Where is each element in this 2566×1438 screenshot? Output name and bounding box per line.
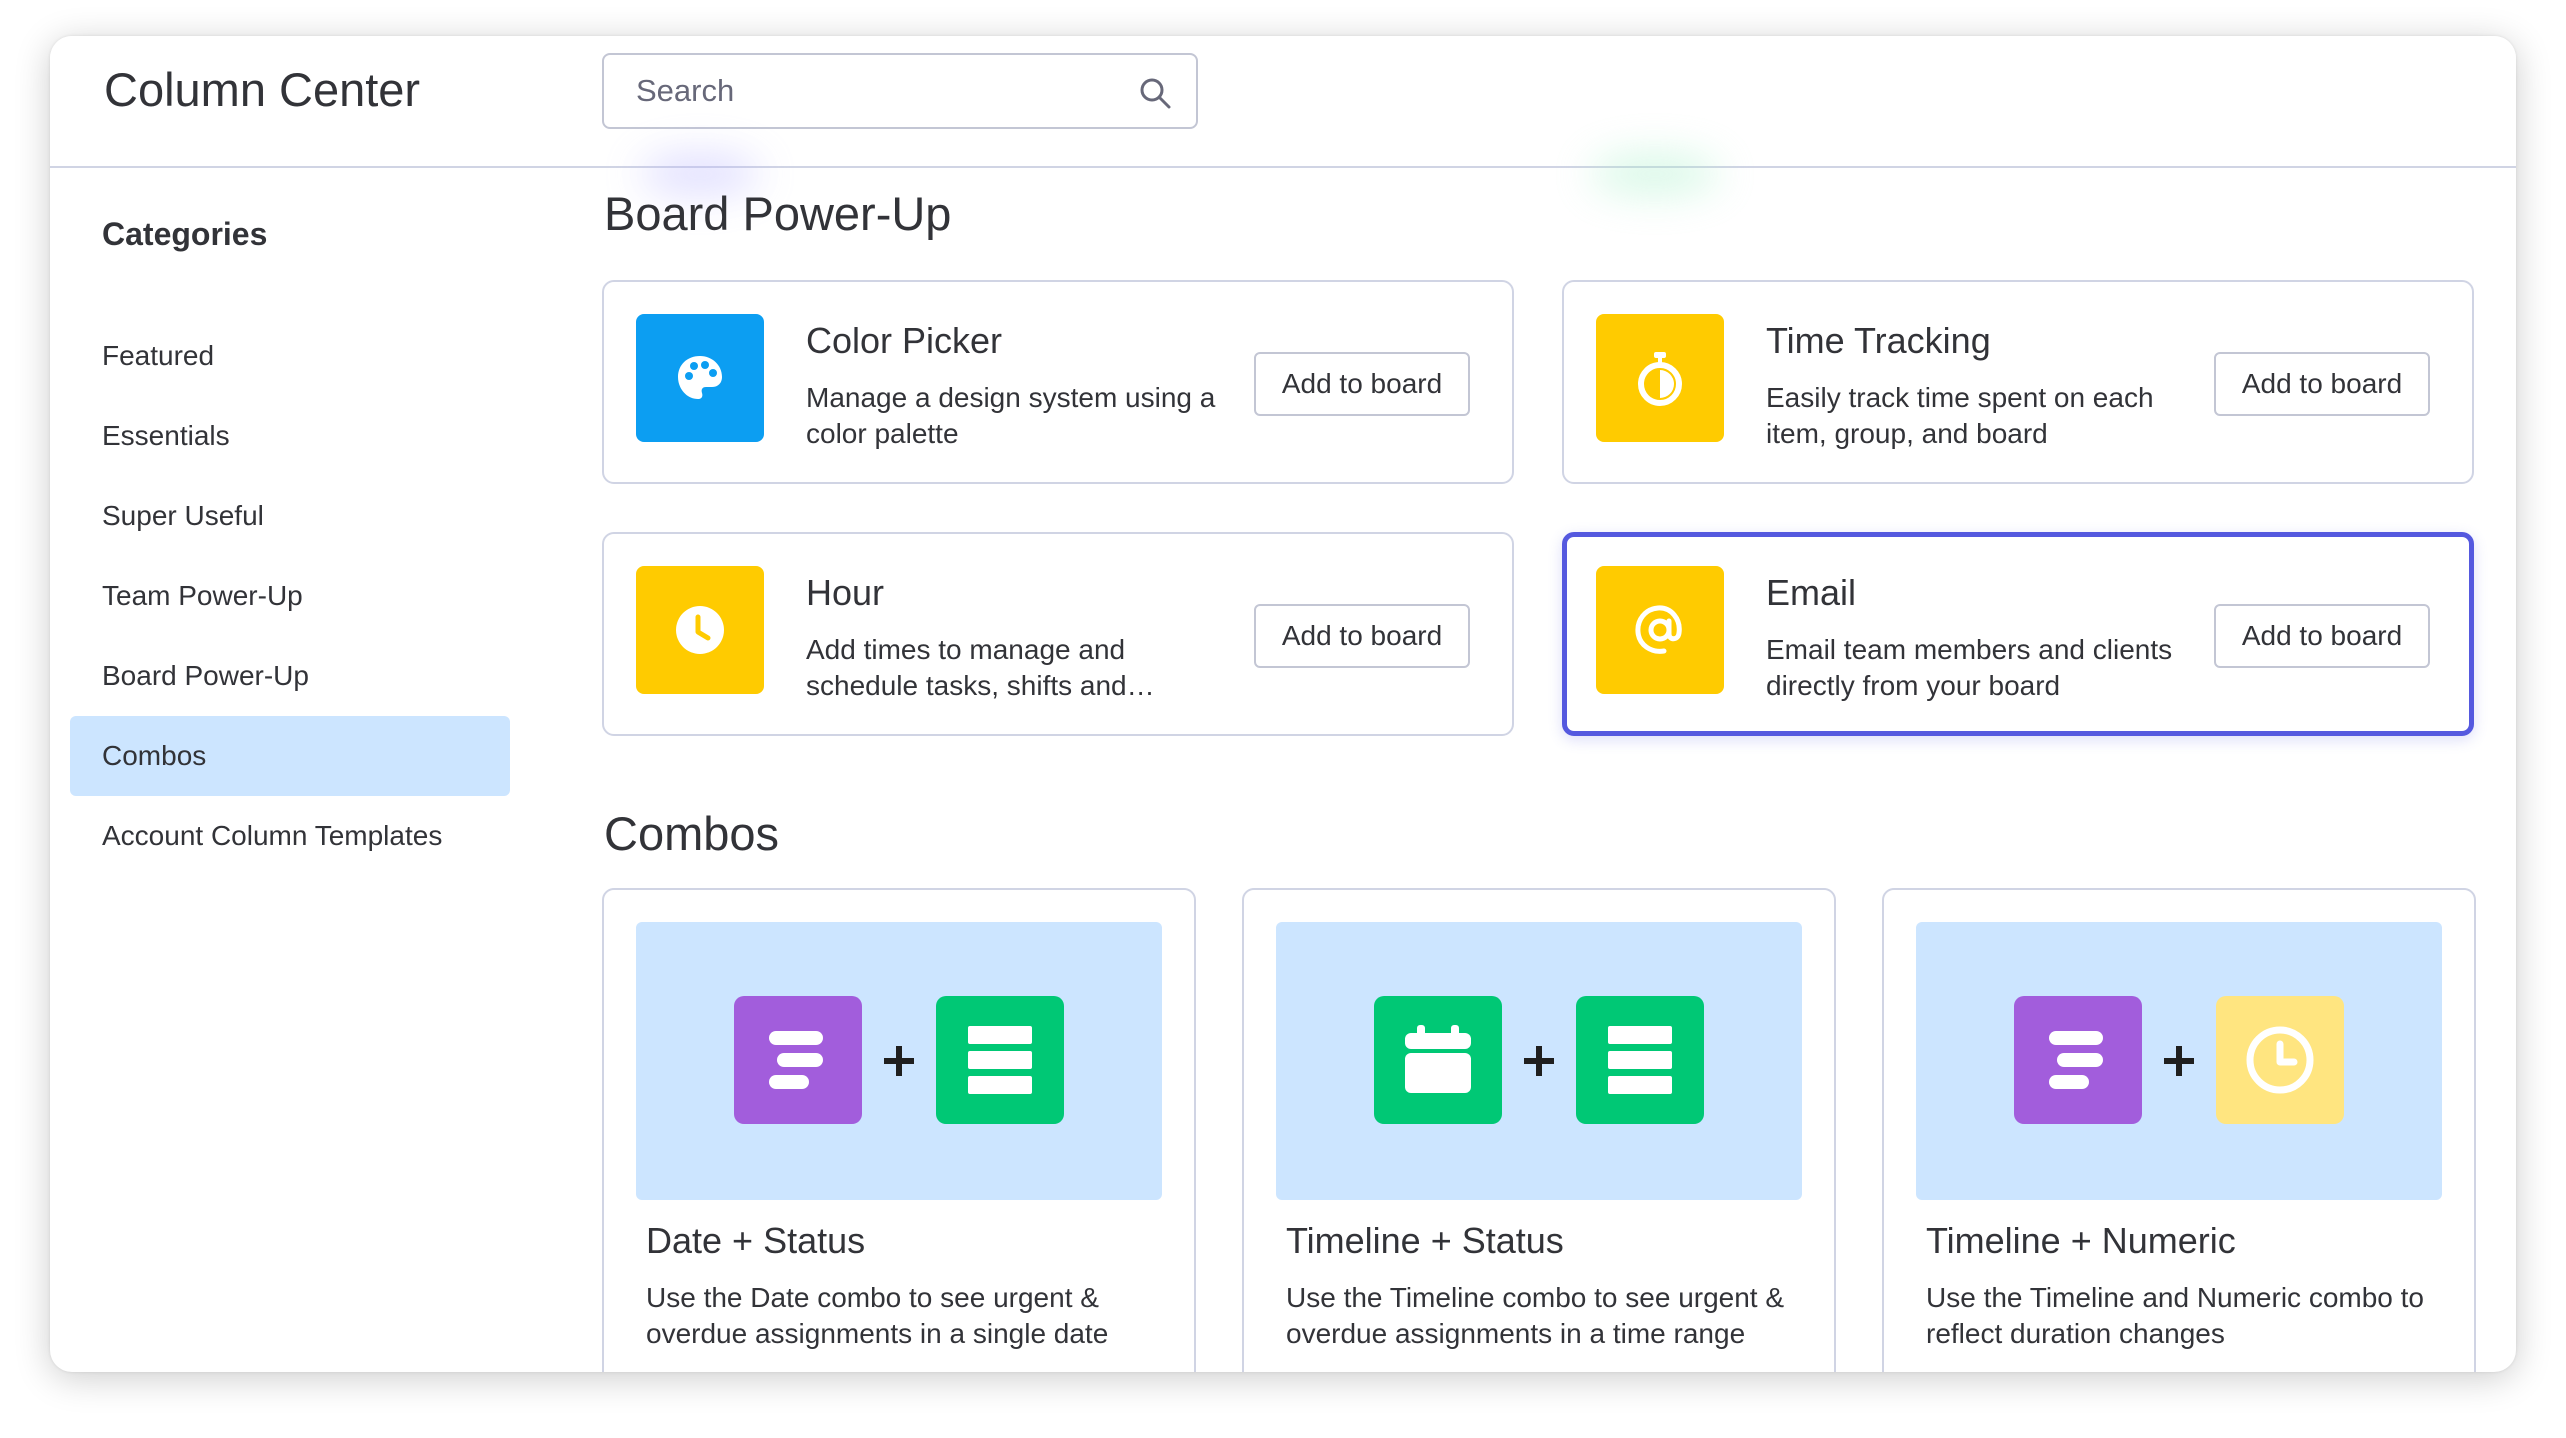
decorative-blur-green xyxy=(1590,154,1720,194)
plus-icon xyxy=(876,1026,922,1096)
plus-icon xyxy=(2156,1026,2202,1096)
categories-heading: Categories xyxy=(102,216,268,252)
sidebar-item-essentials[interactable]: Essentials xyxy=(70,396,510,476)
clock-icon xyxy=(636,566,764,694)
search-box[interactable] xyxy=(602,53,1198,129)
sidebar-item-super-useful[interactable]: Super Useful xyxy=(70,476,510,556)
add-to-board-button[interactable]: Add to board xyxy=(1254,352,1470,416)
status-icon xyxy=(936,996,1064,1124)
card-color-picker: Color Picker Manage a design system usin… xyxy=(602,280,1514,484)
combo-description: Use the Date combo to see urgent & overd… xyxy=(646,1282,1109,1349)
stopwatch-icon xyxy=(1596,314,1724,442)
combo-title: Timeline + Status xyxy=(1286,1220,1564,1261)
add-to-board-button[interactable]: Add to board xyxy=(2214,604,2430,668)
column-center-window: Column Center Categories Featured Essent… xyxy=(50,36,2516,1372)
card-hour: Hour Add times to manage and schedule ta… xyxy=(602,532,1514,736)
combo-banner xyxy=(1276,922,1802,1200)
card-title: Hour xyxy=(806,572,885,613)
combo-card-date-status[interactable]: Date + Status Use the Date combo to see … xyxy=(602,888,1196,1372)
card-description: Add times to manage and schedule tasks, … xyxy=(806,634,1155,701)
combo-description: Use the Timeline combo to see urgent & o… xyxy=(1286,1282,1785,1349)
card-description: Manage a design system using a color pal… xyxy=(806,382,1216,449)
combos-heading: Combos xyxy=(604,807,780,860)
header: Column Center xyxy=(50,36,2516,168)
timeline-icon xyxy=(2014,996,2142,1124)
plus-icon xyxy=(1516,1026,1562,1096)
sidebar-item-board-power-up[interactable]: Board Power-Up xyxy=(70,636,510,716)
card-title: Email xyxy=(1766,572,1857,613)
clock-icon xyxy=(2216,996,2344,1124)
combo-title: Timeline + Numeric xyxy=(1926,1220,2236,1261)
at-sign-icon xyxy=(1596,566,1724,694)
palette-icon xyxy=(636,314,764,442)
combo-card-timeline-numeric[interactable]: Timeline + Numeric Use the Timeline and … xyxy=(1882,888,2476,1372)
card-title: Color Picker xyxy=(806,320,1003,361)
card-time-tracking: Time Tracking Easily track time spent on… xyxy=(1562,280,2474,484)
card-email: Email Email team members and clients dir… xyxy=(1562,532,2474,736)
page-title: Column Center xyxy=(104,63,421,116)
card-title: Time Tracking xyxy=(1766,320,1991,361)
card-description: Easily track time spent on each item, gr… xyxy=(1766,382,2154,449)
sidebar-item-featured[interactable]: Featured xyxy=(70,316,510,396)
search-input[interactable] xyxy=(634,72,1118,110)
combo-banner xyxy=(636,922,1162,1200)
add-to-board-button[interactable]: Add to board xyxy=(1254,604,1470,668)
combo-description: Use the Timeline and Numeric combo to re… xyxy=(1926,1282,2424,1349)
status-icon xyxy=(1576,996,1704,1124)
calendar-icon xyxy=(1374,996,1502,1124)
sidebar-item-combos[interactable]: Combos xyxy=(70,716,510,796)
board-power-up-heading: Board Power-Up xyxy=(604,187,952,240)
timeline-icon xyxy=(734,996,862,1124)
search-icon[interactable] xyxy=(1138,76,1172,110)
sidebar-item-account-column-templates[interactable]: Account Column Templates xyxy=(70,796,510,876)
combo-title: Date + Status xyxy=(646,1220,866,1261)
combo-banner xyxy=(1916,922,2442,1200)
add-to-board-button[interactable]: Add to board xyxy=(2214,352,2430,416)
combo-card-timeline-status[interactable]: Timeline + Status Use the Timeline combo… xyxy=(1242,888,1836,1372)
sidebar-item-team-power-up[interactable]: Team Power-Up xyxy=(70,556,510,636)
card-description: Email team members and clients directly … xyxy=(1766,634,2173,701)
